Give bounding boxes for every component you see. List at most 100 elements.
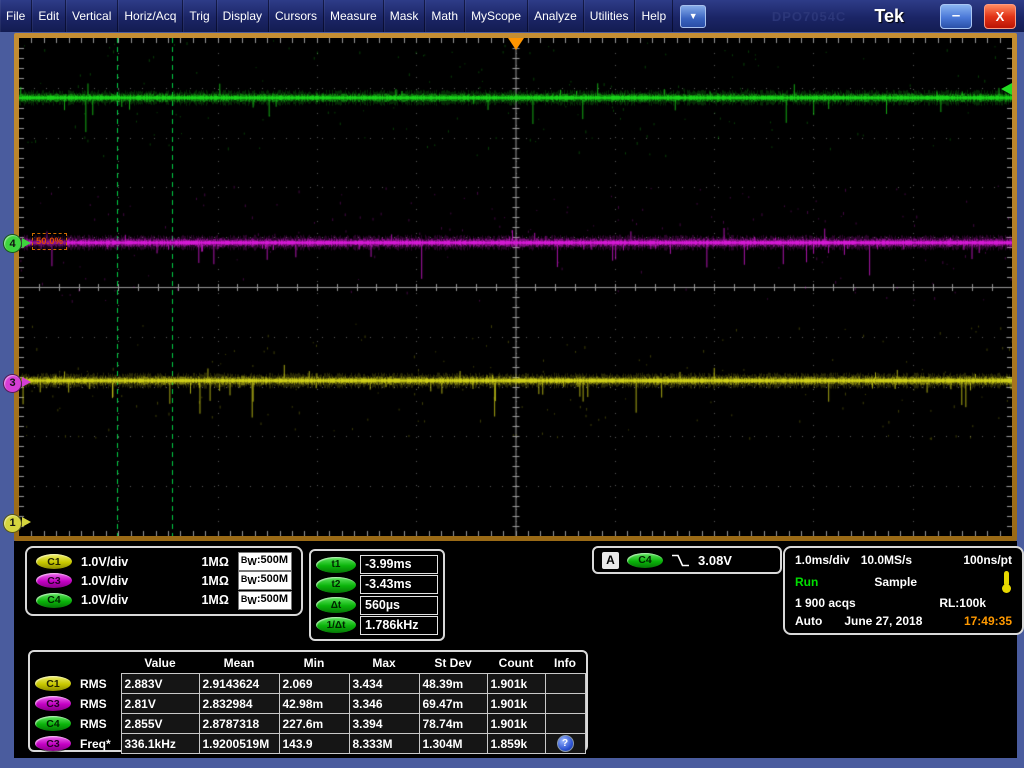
meas-c3-info	[545, 694, 585, 714]
instrument-model-label: DPO7054C	[772, 9, 846, 24]
meas-c1-name: RMS	[80, 677, 107, 691]
cursor-t2-value[interactable]: -3.43ms	[360, 575, 438, 594]
channel-c3-badge[interactable]: C3	[36, 573, 72, 588]
header-count: Count	[487, 653, 545, 674]
trigger-level-arrow[interactable]	[1001, 83, 1012, 95]
header-max: Max	[349, 653, 419, 674]
measurement-table: Value Mean Min Max St Dev Count Info C1 …	[33, 653, 586, 754]
graticule-area: 4 3 1 50.0%	[19, 38, 1012, 536]
cursor-t1-badge[interactable]: t1	[316, 557, 356, 573]
c4-scale[interactable]: 1.0V/div	[81, 593, 128, 607]
acq-row-datetime: Auto June 27, 2018 17:49:35	[795, 614, 1012, 628]
trigger-readout-panel: A C4 3.08V	[592, 546, 782, 574]
timebase-value[interactable]: 1.0ms/div	[795, 553, 850, 567]
oscilloscope-screen: File Edit Vertical Horiz/Acq Trig Displa…	[0, 0, 1024, 768]
meas-c1-value: 2.883V	[121, 674, 199, 694]
cursor-t1-value[interactable]: -3.99ms	[360, 555, 438, 574]
info-question-icon[interactable]: ?	[557, 735, 574, 752]
trigger-position-marker[interactable]	[508, 38, 524, 50]
menu-myscope[interactable]: MyScope	[465, 0, 528, 32]
channel-c1-badge[interactable]: C1	[36, 554, 72, 569]
menu-trig[interactable]: Trig	[183, 0, 216, 32]
cursor-t1-row: t1 -3.99ms	[316, 555, 438, 574]
meas-c3-value: 2.81V	[121, 694, 199, 714]
menu-analyze[interactable]: Analyze	[528, 0, 584, 32]
menu-horiz-acq[interactable]: Horiz/Acq	[118, 0, 183, 32]
minimize-button[interactable]: –	[940, 4, 972, 29]
menu-mask[interactable]: Mask	[384, 0, 426, 32]
cursor-inv-delta-t-badge[interactable]: 1/Δt	[316, 617, 356, 633]
c1-bandwidth[interactable]: BW:500M	[238, 552, 292, 571]
menu-utilities[interactable]: Utilities	[584, 0, 636, 32]
cursor-readout-panel: t1 -3.99ms t2 -3.43ms Δt 560µs 1/Δt 1.78…	[309, 549, 445, 641]
channel-row-c3: C3 1.0V/div 1MΩ BW:500M	[36, 571, 292, 590]
meas-c4-stdev: 78.74m	[419, 714, 487, 734]
meas-c4-count: 1.901k	[487, 714, 545, 734]
meas-c3-freq-badge[interactable]: C3	[35, 736, 71, 751]
sample-rate-value: 10.0MS/s	[861, 553, 912, 567]
meas-c1-min: 2.069	[279, 674, 349, 694]
meas-c3-freq-min: 143.9	[279, 734, 349, 754]
menu-bar: File Edit Vertical Horiz/Acq Trig Displa…	[0, 0, 1024, 32]
meas-c1-mean: 2.9143624	[199, 674, 279, 694]
cursor-t2-row: t2 -3.43ms	[316, 575, 438, 594]
trigger-channel-badge[interactable]: C4	[627, 553, 663, 568]
c3-scale[interactable]: 1.0V/div	[81, 574, 128, 588]
cursor-delta-t-row: Δt 560µs	[316, 596, 438, 615]
meas-c3-stdev: 69.47m	[419, 694, 487, 714]
channel-1-marker[interactable]: 1	[3, 514, 22, 533]
cursor-inv-delta-t-value[interactable]: 1.786kHz	[360, 616, 438, 635]
acquisition-count: 1 900 acqs	[795, 596, 856, 610]
channel-3-marker-label: 3	[9, 377, 15, 389]
menu-measure[interactable]: Measure	[324, 0, 384, 32]
menu-edit[interactable]: Edit	[32, 0, 66, 32]
c1-scale[interactable]: 1.0V/div	[81, 555, 128, 569]
meas-c3-badge[interactable]: C3	[35, 696, 71, 711]
close-icon: X	[996, 9, 1005, 24]
meas-c3-freq-count: 1.859k	[487, 734, 545, 754]
trigger-source-badge[interactable]: A	[602, 552, 619, 569]
menu-dropdown-button[interactable]: ▼	[680, 5, 706, 28]
meas-c3-freq-mean: 1.9200519M	[199, 734, 279, 754]
c3-bandwidth[interactable]: BW:500M	[238, 571, 292, 590]
close-button[interactable]: X	[984, 4, 1016, 29]
graticule-canvas[interactable]	[19, 38, 1012, 536]
meas-c4-name: RMS	[80, 717, 107, 731]
menu-display[interactable]: Display	[217, 0, 269, 32]
trigger-mode: Auto	[795, 614, 822, 628]
menu-file[interactable]: File	[0, 0, 32, 32]
meas-c4-badge[interactable]: C4	[35, 716, 71, 731]
menu-math[interactable]: Math	[425, 0, 465, 32]
meas-c3-min: 42.98m	[279, 694, 349, 714]
measurement-row-c4-rms: C4 RMS 2.855V 2.8787318 227.6m 3.394 78.…	[33, 714, 585, 734]
meas-c1-count: 1.901k	[487, 674, 545, 694]
cursor-delta-t-value[interactable]: 560µs	[360, 596, 438, 615]
measurement-row-c3-freq: C3 Freq* 336.1kHz 1.9200519M 143.9 8.333…	[33, 734, 585, 754]
channel-row-c4: C4 1.0V/div 1MΩ BW:500M	[36, 591, 292, 610]
meas-c3-max: 3.346	[349, 694, 419, 714]
menu-help[interactable]: Help	[635, 0, 673, 32]
cursor-delta-t-badge[interactable]: Δt	[316, 597, 356, 613]
c4-bandwidth[interactable]: BW:500M	[238, 591, 292, 610]
meas-c1-badge[interactable]: C1	[35, 676, 71, 691]
meas-c4-info	[545, 714, 585, 734]
meas-c1-info	[545, 674, 585, 694]
channel-4-marker-arrow	[22, 238, 31, 248]
channel-3-marker[interactable]: 3	[3, 374, 22, 393]
measurement-header-row: Value Mean Min Max St Dev Count Info	[33, 653, 585, 674]
acquisition-status-panel: 1.0ms/div 10.0MS/s 100ns/pt Run Sample 1…	[783, 546, 1024, 635]
measurement-table-panel: Value Mean Min Max St Dev Count Info C1 …	[28, 650, 588, 752]
cursor-t2-badge[interactable]: t2	[316, 577, 356, 593]
menu-cursors[interactable]: Cursors	[269, 0, 324, 32]
trigger-level-percent-badge[interactable]: 50.0%	[32, 233, 67, 250]
readout-area: C1 1.0V/div 1MΩ BW:500M C3 1.0V/div 1MΩ …	[14, 541, 1017, 758]
date-label: June 27, 2018	[844, 614, 922, 628]
acq-row-runstate: Run Sample	[795, 571, 1012, 593]
falling-edge-icon	[671, 552, 690, 569]
trigger-level-value[interactable]: 3.08V	[698, 553, 732, 568]
channel-c4-badge[interactable]: C4	[36, 593, 72, 608]
measurement-row-c3-rms: C3 RMS 2.81V 2.832984 42.98m 3.346 69.47…	[33, 694, 585, 714]
menu-vertical[interactable]: Vertical	[66, 0, 118, 32]
c1-impedance: 1MΩ	[201, 555, 228, 569]
channel-1-marker-arrow	[22, 517, 31, 527]
